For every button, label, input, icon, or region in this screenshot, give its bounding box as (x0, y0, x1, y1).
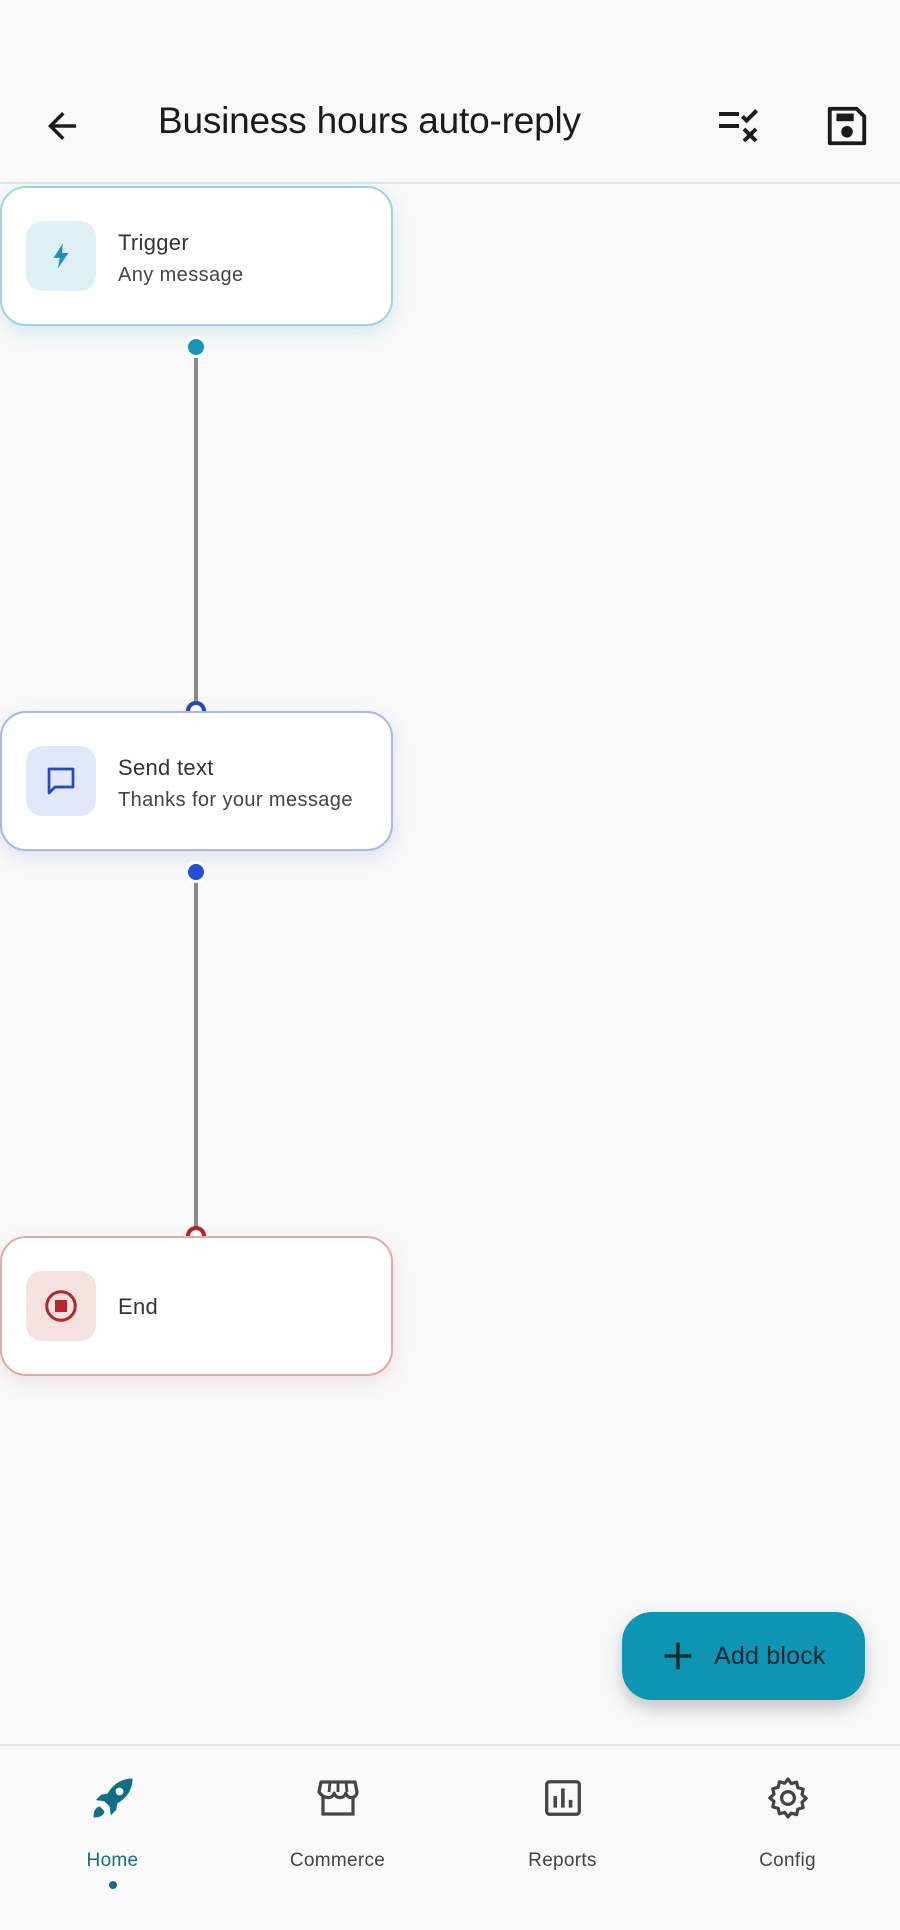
node-subtitle: Thanks for your message (118, 789, 353, 811)
validate-flow-button[interactable] (706, 92, 774, 160)
nav-icon-container (535, 1770, 591, 1826)
node-subtitle: Any message (118, 264, 244, 286)
add-block-label: Add block (714, 1642, 826, 1670)
nav-icon-container (760, 1770, 816, 1826)
output-port[interactable] (185, 861, 207, 883)
nav-label: Config (759, 1850, 816, 1871)
node-icon-container (26, 1271, 96, 1341)
bar-chart-icon (544, 1780, 581, 1816)
nav-icon-container (85, 1770, 141, 1826)
add-block-button[interactable]: Add block (622, 1612, 865, 1700)
save-icon (827, 106, 867, 146)
active-indicator (108, 1881, 117, 1889)
store-icon (316, 1780, 359, 1816)
save-button[interactable] (813, 92, 881, 160)
rocket-icon (93, 1778, 132, 1818)
arrow-left-icon (48, 112, 76, 140)
nav-item-home[interactable]: Home (0, 1746, 225, 1930)
nav-icon-container (310, 1770, 366, 1826)
flow-canvas[interactable]: Trigger Any message Send text Thanks for… (0, 186, 900, 1746)
nav-item-reports[interactable]: Reports (450, 1746, 675, 1930)
node-title: End (118, 1294, 159, 1319)
output-port[interactable] (185, 336, 207, 358)
plus-icon (664, 1642, 692, 1670)
node-end[interactable]: End (0, 1236, 393, 1376)
chat-icon (47, 767, 75, 795)
node-title: Trigger (118, 230, 189, 255)
nav-label: Commerce (289, 1850, 386, 1871)
node-send-text[interactable]: Send text Thanks for your message (0, 711, 393, 851)
bottom-navigation: Home Commerce Reports Config (0, 1744, 900, 1930)
node-icon-container (26, 746, 96, 816)
nav-label: Reports (528, 1850, 597, 1871)
bolt-icon (53, 243, 69, 269)
gear-icon (767, 1777, 808, 1819)
nav-label: Home (86, 1850, 139, 1871)
checklist-icon (719, 109, 759, 143)
page-title: Business hours auto-reply (158, 100, 581, 141)
node-title: Send text (118, 755, 214, 780)
nav-item-commerce[interactable]: Commerce (225, 1746, 450, 1930)
nav-item-config[interactable]: Config (675, 1746, 900, 1930)
connector-trigger-to-send (194, 348, 198, 708)
node-trigger[interactable]: Trigger Any message (0, 186, 393, 326)
node-icon-container (26, 221, 96, 291)
connector-send-to-end (194, 873, 198, 1233)
stop-icon (45, 1290, 77, 1322)
back-button[interactable] (28, 92, 96, 160)
app-bar: Business hours auto-reply (0, 0, 900, 184)
